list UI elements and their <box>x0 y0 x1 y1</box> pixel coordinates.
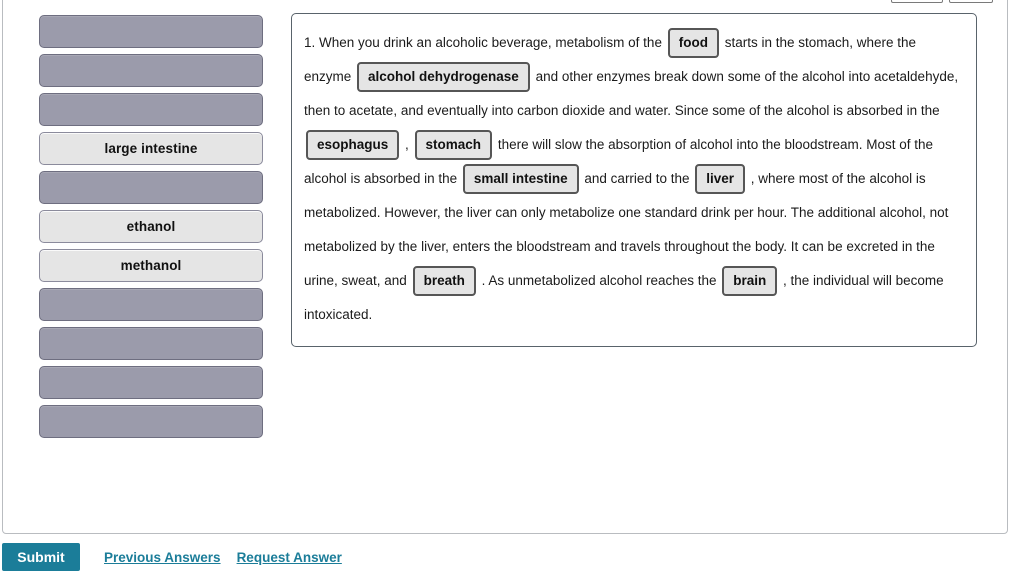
passage-chip[interactable]: alcohol dehydrogenase <box>357 62 530 93</box>
passage-text-run: , where most of the alcohol is metaboliz… <box>304 171 949 288</box>
bank-item-empty <box>39 93 263 126</box>
passage-chip[interactable]: small intestine <box>462 164 579 195</box>
bank-item-empty <box>39 405 263 438</box>
passage-text-run: and carried to the <box>580 171 694 186</box>
bank-item-empty <box>39 288 263 321</box>
request-answer-link[interactable]: Request Answer <box>237 550 342 565</box>
bank-item-empty <box>39 171 263 204</box>
bank-item-empty <box>39 327 263 360</box>
work-area: large intestine ethanol methanol 1. When y… <box>3 1 1009 501</box>
previous-answers-link[interactable]: Previous Answers <box>104 550 221 565</box>
submit-button[interactable]: Submit <box>2 543 80 571</box>
passage-panel: 1. When you drink an alcoholic beverage,… <box>291 13 977 347</box>
bank-item-empty <box>39 15 263 48</box>
footer-bar: Submit Previous Answers Request Answer <box>0 541 1024 573</box>
question-container: Reset Help large intestineethanolmethano… <box>2 0 1008 534</box>
passage-text-run: 1. When you drink an alcoholic beverage,… <box>304 35 666 50</box>
bank-item-empty <box>39 366 263 399</box>
passage-text-run: . As unmetabolized alcohol reaches the <box>477 273 721 288</box>
passage-chip[interactable]: liver <box>695 164 746 195</box>
bank-item-empty <box>39 54 263 87</box>
answer-bank: large intestine ethanol methanol <box>39 15 263 438</box>
passage-text: 1. When you drink an alcoholic beverage,… <box>298 26 962 332</box>
passage-chip[interactable]: esophagus <box>306 130 400 161</box>
bank-item-filled[interactable]: methanol <box>39 249 263 282</box>
passage-chip[interactable]: brain <box>722 266 778 297</box>
passage-chip[interactable]: food <box>667 28 719 59</box>
bank-item-filled[interactable]: large intestine <box>39 132 263 165</box>
passage-chip[interactable]: stomach <box>414 130 493 161</box>
passage-text-run: , <box>401 137 413 152</box>
bank-item-filled[interactable]: ethanol <box>39 210 263 243</box>
passage-chip[interactable]: breath <box>412 266 476 297</box>
